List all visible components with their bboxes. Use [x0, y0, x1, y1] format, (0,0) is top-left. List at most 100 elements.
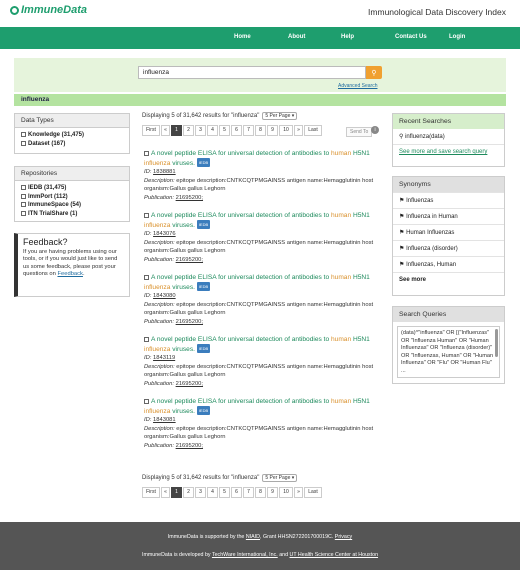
- recent-search-item[interactable]: ⚲ influenza(data): [393, 129, 504, 144]
- page-8[interactable]: 8: [255, 487, 266, 498]
- recent-searches-title: Recent Searches: [393, 114, 504, 129]
- result-item: A novel peptide ELISA for universal dete…: [144, 273, 384, 326]
- nav-about[interactable]: About: [288, 34, 305, 40]
- result-publication: Publication: 21695200;: [144, 318, 204, 325]
- per-page-select-bottom[interactable]: 5 Per Page ▾: [262, 474, 298, 482]
- page-8[interactable]: 8: [255, 125, 266, 136]
- checkbox[interactable]: [144, 213, 149, 218]
- checkbox[interactable]: [21, 202, 26, 207]
- synonym-item[interactable]: ⚑ Human Influenzas: [393, 224, 504, 240]
- page-2[interactable]: 2: [183, 487, 194, 498]
- page-5[interactable]: 5: [219, 125, 230, 136]
- advanced-search-link[interactable]: Advanced Search: [338, 83, 377, 89]
- checkbox[interactable]: [21, 140, 26, 146]
- checkbox[interactable]: [144, 399, 149, 404]
- page-last[interactable]: Last: [304, 125, 322, 136]
- result-id-link[interactable]: 1838881: [153, 169, 176, 175]
- page-4[interactable]: 4: [207, 125, 218, 136]
- filter-iedb[interactable]: IEDB (31,475): [21, 184, 123, 193]
- checkbox[interactable]: [21, 132, 26, 137]
- tag-icon: ⚑: [399, 246, 405, 252]
- filter-knowledge[interactable]: Knowledge (31,475): [21, 131, 123, 140]
- page-4[interactable]: 4: [207, 487, 218, 498]
- logo[interactable]: ImmuneData: [10, 4, 87, 16]
- synonym-item[interactable]: ⚑ Influenza in Human: [393, 208, 504, 224]
- result-item: A novel peptide ELISA for universal dete…: [144, 149, 384, 202]
- checkbox[interactable]: [144, 275, 149, 280]
- checkbox[interactable]: [144, 151, 149, 156]
- publication-link[interactable]: 21695200;: [176, 195, 203, 201]
- privacy-link[interactable]: Privacy: [335, 534, 352, 540]
- page-next[interactable]: »: [294, 487, 303, 498]
- page-6[interactable]: 6: [231, 487, 242, 498]
- search-input[interactable]: influenza: [138, 66, 366, 79]
- per-page-select[interactable]: 5 Per Page ▾: [262, 112, 298, 120]
- publication-link[interactable]: 21695200;: [176, 257, 203, 263]
- result-title[interactable]: A novel peptide ELISA for universal dete…: [144, 211, 384, 230]
- result-item: A novel peptide ELISA for universal dete…: [144, 397, 384, 450]
- page-3[interactable]: 3: [195, 125, 206, 136]
- result-title[interactable]: A novel peptide ELISA for universal dete…: [144, 397, 384, 416]
- result-title[interactable]: A novel peptide ELISA for universal dete…: [144, 335, 384, 354]
- nav-home[interactable]: Home: [234, 34, 251, 40]
- repositories-panel: Repositories IEDB (31,475) ImmPort (112)…: [14, 166, 130, 222]
- result-item: A novel peptide ELISA for universal dete…: [144, 211, 384, 264]
- info-icon[interactable]: i: [371, 126, 379, 134]
- nav-login[interactable]: Login: [449, 34, 465, 40]
- checkbox[interactable]: [21, 193, 26, 199]
- page-prev[interactable]: «: [161, 487, 170, 498]
- search-button[interactable]: ⚲: [366, 66, 382, 79]
- nav-help[interactable]: Help: [341, 34, 354, 40]
- filter-itn-trialshare[interactable]: ITN TrialShare (1): [21, 210, 123, 219]
- checkbox[interactable]: [144, 337, 149, 342]
- nav-contact[interactable]: Contact Us: [395, 34, 427, 40]
- result-id-link[interactable]: 1843119: [153, 355, 175, 361]
- page-last[interactable]: Last: [304, 487, 322, 498]
- page-6[interactable]: 6: [231, 125, 242, 136]
- page-9[interactable]: 9: [267, 487, 278, 498]
- feedback-link[interactable]: Feedback: [57, 271, 82, 277]
- result-id-link[interactable]: 1843076: [153, 231, 176, 237]
- page-5[interactable]: 5: [219, 487, 230, 498]
- page-3[interactable]: 3: [195, 487, 206, 498]
- send-to-button[interactable]: Send To: [346, 127, 373, 137]
- see-more-link[interactable]: See more: [393, 272, 504, 287]
- page-next[interactable]: »: [294, 125, 303, 136]
- checkbox[interactable]: [21, 185, 26, 190]
- result-description: Description: epitope description:CNTKCQT…: [144, 425, 374, 441]
- page-1[interactable]: 1: [171, 487, 182, 498]
- page-9[interactable]: 9: [267, 125, 278, 136]
- result-title[interactable]: A novel peptide ELISA for universal dete…: [144, 149, 384, 168]
- page-7[interactable]: 7: [243, 125, 254, 136]
- page-first[interactable]: First: [142, 487, 160, 498]
- page-1[interactable]: 1: [171, 125, 182, 136]
- page-10[interactable]: 10: [279, 125, 293, 136]
- result-publication: Publication: 21695200;: [144, 194, 204, 201]
- result-title[interactable]: A novel peptide ELISA for universal dete…: [144, 273, 384, 292]
- niaid-link[interactable]: NIAID: [246, 534, 260, 540]
- result-publication: Publication: 21695200;: [144, 256, 204, 263]
- results-count: Displaying 5 of 31,642 results for "infl…: [142, 112, 298, 120]
- filter-immunespace[interactable]: ImmuneSpace (54): [21, 201, 123, 210]
- uthealth-link[interactable]: UT Health Science Center at Houston: [290, 552, 379, 558]
- publication-link[interactable]: 21695200;: [176, 443, 203, 449]
- save-search-link[interactable]: See more and save search query: [393, 144, 504, 159]
- page-first[interactable]: First: [142, 125, 160, 136]
- page-7[interactable]: 7: [243, 487, 254, 498]
- publication-link[interactable]: 21695200;: [176, 381, 203, 387]
- publication-link[interactable]: 21695200;: [176, 319, 203, 325]
- checkbox[interactable]: [21, 210, 26, 216]
- synonym-item[interactable]: ⚑ Influenza (disorder): [393, 240, 504, 256]
- result-id-link[interactable]: 1843081: [153, 417, 176, 423]
- synonym-item[interactable]: ⚑ Influenzas: [393, 192, 504, 208]
- scrollbar[interactable]: [495, 329, 498, 357]
- pagination-top: First « 1 2 3 4 5 6 7 8 9 10 » Last: [142, 125, 322, 136]
- synonym-item[interactable]: ⚑ Influenzas, Human: [393, 256, 504, 272]
- techware-link[interactable]: TechWare International, Inc.: [212, 552, 278, 558]
- page-prev[interactable]: «: [161, 125, 170, 136]
- filter-dataset[interactable]: Dataset (167): [21, 140, 123, 149]
- result-id-link[interactable]: 1843080: [153, 293, 176, 299]
- page-2[interactable]: 2: [183, 125, 194, 136]
- filter-immport[interactable]: ImmPort (112): [21, 193, 123, 202]
- page-10[interactable]: 10: [279, 487, 293, 498]
